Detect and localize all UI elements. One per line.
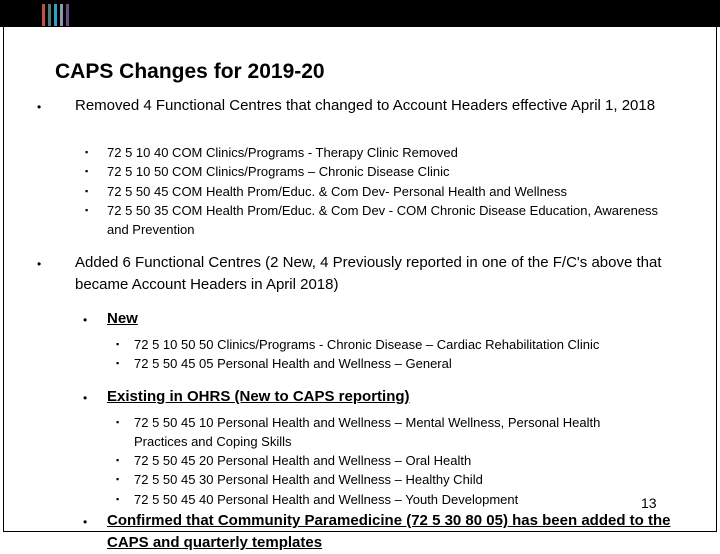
- removed-item: 72 5 50 35 COM Health Prom/Educ. & Com D…: [107, 203, 659, 238]
- bullet-icon: •: [83, 313, 88, 327]
- bullet-icon: •: [83, 391, 88, 405]
- sub-bullet-icon: ▪: [85, 166, 89, 176]
- removed-item: 72 5 10 50 COM Clinics/Programs – Chroni…: [107, 164, 450, 179]
- removed-item: 72 5 50 45 COM Health Prom/Educ. & Com D…: [107, 184, 568, 199]
- header-stripe: [60, 4, 63, 26]
- sub-bullet-icon: ▪: [116, 339, 120, 349]
- bullet-icon: •: [83, 515, 88, 529]
- page-number: 13: [641, 495, 657, 511]
- section-added-text: Added 6 Functional Centres (2 New, 4 Pre…: [75, 254, 662, 293]
- sub-bullet-icon: ▪: [116, 455, 120, 465]
- slide-title: CAPS Changes for 2019-20: [55, 60, 325, 83]
- sub-bullet-icon: ▪: [116, 417, 120, 427]
- sub-bullet-icon: ▪: [116, 474, 120, 484]
- bullet-icon: •: [37, 100, 42, 114]
- sub-bullet-icon: ▪: [85, 186, 89, 196]
- group-heading-existing-label: Existing in OHRS (New to CAPS reporting): [107, 388, 410, 405]
- removed-item: 72 5 10 40 COM Clinics/Programs - Therap…: [107, 145, 458, 160]
- existing-item: 72 5 50 45 30 Personal Health and Wellne…: [134, 472, 483, 487]
- sub-bullet-icon: ▪: [85, 205, 89, 215]
- header-stripe: [48, 4, 51, 26]
- group-heading-confirmed-label: Confirmed that Community Paramedicine (7…: [107, 512, 671, 551]
- header-stripe: [54, 4, 57, 26]
- bullet-icon: •: [37, 257, 42, 271]
- existing-item: 72 5 50 45 20 Personal Health and Wellne…: [134, 453, 472, 468]
- sub-bullet-icon: ▪: [116, 494, 120, 504]
- header-stripe: [66, 4, 69, 26]
- sub-bullet-icon: ▪: [116, 358, 120, 368]
- group-heading-new-label: New: [107, 310, 138, 327]
- slide-header-bar: [0, 0, 720, 27]
- header-stripe: [42, 4, 45, 26]
- section-removed-text: Removed 4 Functional Centres that change…: [75, 97, 656, 114]
- group-heading-new: New: [107, 308, 697, 330]
- group-heading-existing: Existing in OHRS (New to CAPS reporting): [107, 386, 697, 408]
- new-item: 72 5 10 50 50 Clinics/Programs - Chronic…: [134, 337, 600, 352]
- sub-bullet-icon: ▪: [85, 147, 89, 157]
- group-heading-confirmed: Confirmed that Community Paramedicine (7…: [107, 510, 697, 554]
- new-item: 72 5 50 45 05 Personal Health and Wellne…: [134, 356, 452, 371]
- existing-item: 72 5 50 45 40 Personal Health and Wellne…: [134, 492, 519, 507]
- existing-item: 72 5 50 45 10 Personal Health and Wellne…: [134, 415, 601, 450]
